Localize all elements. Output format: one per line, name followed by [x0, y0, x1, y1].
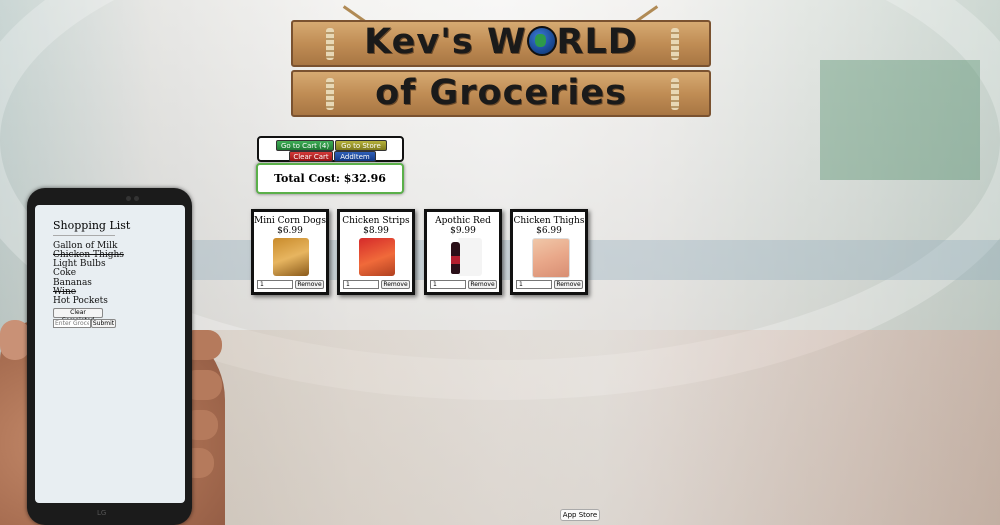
phone-camera [126, 196, 131, 201]
globe-icon [526, 26, 557, 56]
total-cost-box: Total Cost: $32.96 [256, 163, 404, 194]
go-to-store-button[interactable]: Go to Store [335, 140, 387, 151]
shopping-list-title: Shopping List [53, 219, 131, 232]
add-item-button[interactable]: AddItem [334, 151, 376, 162]
quantity-input[interactable] [430, 280, 466, 289]
thumb [0, 320, 30, 360]
remove-button[interactable]: Remove [381, 280, 410, 289]
background-sign-board [820, 60, 980, 180]
divider [53, 235, 115, 236]
title-prefix: Kev's [364, 22, 487, 62]
list-item[interactable]: Hot Pockets [53, 297, 108, 306]
submit-button[interactable]: Submit [91, 319, 116, 328]
grocery-input[interactable] [53, 319, 91, 328]
clear-cart-button[interactable]: Clear Cart [289, 151, 333, 162]
product-card: Mini Corn Dogs $6.99 Remove [251, 209, 329, 295]
product-name: Mini Corn Dogs [254, 216, 326, 226]
product-card: Apothic Red $9.99 Remove [424, 209, 502, 295]
product-card: Chicken Thighs $6.99 Remove [510, 209, 588, 295]
product-price: $6.99 [536, 226, 562, 236]
app-store-button[interactable]: App Store [560, 509, 600, 521]
chicken-strips-image [359, 238, 395, 276]
store-title-line2: of Groceries [375, 73, 627, 113]
product-name: Apothic Red [435, 216, 491, 226]
go-to-cart-button[interactable]: Go to Cart (4) [276, 140, 334, 151]
store-sign: Kev's W RLD of Groceries [291, 20, 711, 120]
store-title-line1: Kev's W RLD [291, 22, 711, 62]
title-rld: RLD [556, 22, 638, 62]
product-price: $9.99 [450, 226, 476, 236]
list-item[interactable]: Coke [53, 269, 76, 278]
phone-logo: LG [97, 509, 107, 517]
cart-controls: Go to Cart (4) Go to Store Clear Cart Ad… [257, 136, 404, 162]
remove-button[interactable]: Remove [554, 280, 583, 289]
product-price: $6.99 [277, 226, 303, 236]
product-name: Chicken Strips [342, 216, 410, 226]
quantity-input[interactable] [257, 280, 293, 289]
wine-bottle-image [446, 238, 482, 276]
total-cost-label: Total Cost: $32.96 [274, 172, 386, 185]
product-card: Chicken Strips $8.99 Remove [337, 209, 415, 295]
clear-completed-button[interactable]: Clear Completed [53, 308, 103, 324]
product-price: $8.99 [363, 226, 389, 236]
title-w: W [486, 22, 527, 62]
quantity-input[interactable] [343, 280, 379, 289]
corn-dogs-image [273, 238, 309, 276]
remove-button[interactable]: Remove [468, 280, 497, 289]
quantity-input[interactable] [516, 280, 552, 289]
background-produce-stands [200, 330, 1000, 525]
chicken-thighs-image [532, 238, 570, 278]
remove-button[interactable]: Remove [295, 280, 324, 289]
phone-camera [134, 196, 139, 201]
product-name: Chicken Thighs [513, 216, 585, 226]
